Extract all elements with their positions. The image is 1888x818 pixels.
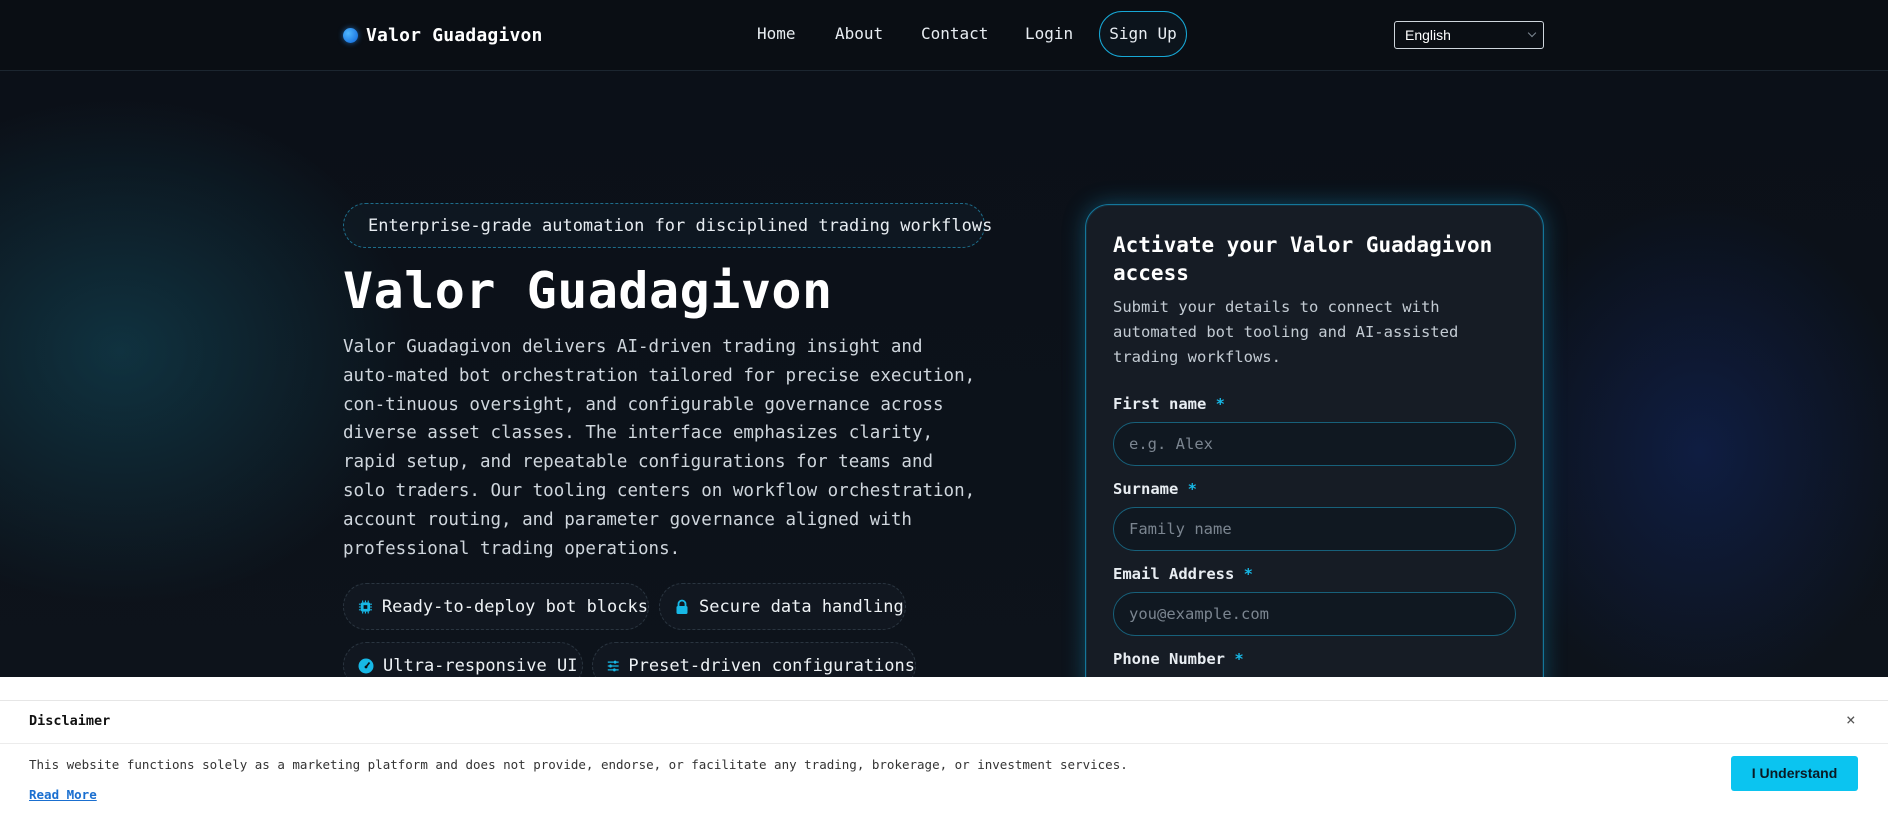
email-label: Email Address * bbox=[1113, 565, 1253, 583]
lock-icon bbox=[676, 599, 688, 614]
surname-input[interactable] bbox=[1113, 507, 1516, 551]
understand-button[interactable]: I Understand bbox=[1731, 756, 1858, 791]
nav-login[interactable]: Login bbox=[1025, 11, 1073, 57]
form-title: Activate your Valor Guadagivon access bbox=[1113, 233, 1493, 285]
chip-icon bbox=[358, 599, 372, 614]
surname-label-text: Surname bbox=[1113, 480, 1179, 498]
feature-label: Ultra-responsive UI bbox=[383, 655, 578, 676]
main-nav: Home About Contact Login Sign Up bbox=[0, 11, 1888, 57]
required-mark: * bbox=[1234, 650, 1244, 668]
feature-chip: Secure data handling bbox=[659, 583, 906, 630]
chevron-down-icon bbox=[1527, 28, 1537, 38]
signup-form-card: Activate your Valor Guadagivon access Su… bbox=[1085, 204, 1544, 704]
feature-label: Preset-driven configurations bbox=[628, 655, 915, 676]
disclaimer-text: This website functions solely as a marke… bbox=[29, 757, 1128, 772]
divider bbox=[0, 700, 1888, 701]
phone-label-text: Phone Number bbox=[1113, 650, 1225, 668]
divider bbox=[0, 743, 1888, 744]
first-name-input[interactable] bbox=[1113, 422, 1516, 466]
language-select[interactable]: English bbox=[1394, 21, 1544, 49]
nav-contact[interactable]: Contact bbox=[921, 11, 988, 57]
required-mark: * bbox=[1243, 565, 1254, 583]
gauge-icon bbox=[358, 658, 374, 673]
feature-label: Secure data handling bbox=[699, 596, 904, 617]
surname-label: Surname * bbox=[1113, 480, 1197, 498]
hero-badge: Enterprise-grade automation for discipli… bbox=[343, 203, 992, 248]
language-value: English bbox=[1405, 27, 1451, 43]
email-input[interactable] bbox=[1113, 592, 1516, 636]
phone-label: Phone Number * bbox=[1113, 650, 1244, 668]
disclaimer-banner: Disclaimer × This website functions sole… bbox=[0, 677, 1888, 818]
hero-description: Valor Guadagivon delivers AI-driven trad… bbox=[343, 337, 976, 559]
site-header: Valor Guadagivon Home About Contact Logi… bbox=[0, 0, 1888, 71]
form-subtitle: Submit your details to connect with auto… bbox=[1113, 298, 1459, 366]
first-name-label: First name * bbox=[1113, 395, 1225, 413]
feature-label: Ready-to-deploy bot blocks bbox=[381, 596, 648, 617]
hero-title: Valor Guadagivon bbox=[343, 262, 833, 320]
nav-home[interactable]: Home bbox=[757, 11, 796, 57]
close-icon[interactable]: × bbox=[1846, 710, 1856, 729]
first-name-label-text: First name bbox=[1113, 395, 1207, 413]
disclaimer-title: Disclaimer bbox=[29, 713, 111, 729]
read-more-link[interactable]: Read More bbox=[29, 787, 97, 802]
hero-badge-text: Enterprise-grade automation for discipli… bbox=[368, 215, 993, 236]
required-mark: * bbox=[1187, 480, 1198, 498]
sliders-icon bbox=[607, 660, 619, 671]
signup-button[interactable]: Sign Up bbox=[1099, 11, 1187, 57]
email-label-text: Email Address bbox=[1113, 565, 1235, 583]
required-mark: * bbox=[1215, 395, 1226, 413]
feature-chip: Ready-to-deploy bot blocks bbox=[343, 583, 649, 630]
nav-about[interactable]: About bbox=[835, 11, 883, 57]
